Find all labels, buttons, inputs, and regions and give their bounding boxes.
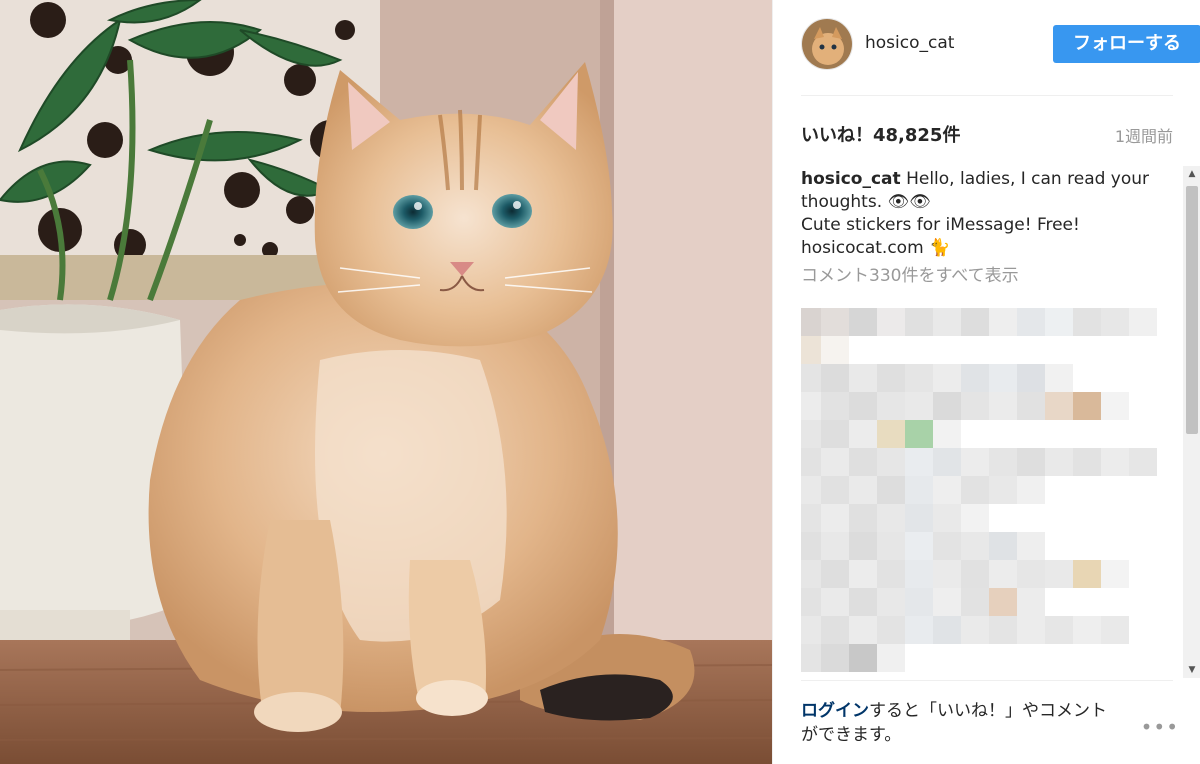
- comments-section: hosico_cat Hello, ladies, I can read you…: [801, 168, 1179, 680]
- avatar-image: [802, 19, 852, 69]
- post-timestamp[interactable]: 1週間前: [1115, 123, 1173, 147]
- pixelated-comments: [801, 308, 1157, 672]
- author-username[interactable]: hosico_cat: [865, 33, 954, 53]
- post-footer: ログインすると「いいね！」やコメントができます。 •••: [801, 680, 1178, 764]
- caption-username[interactable]: hosico_cat: [801, 169, 901, 189]
- scroll-up-arrow-icon[interactable]: ▲: [1183, 166, 1200, 182]
- comments-scrollbar[interactable]: ▲ ▼: [1183, 166, 1200, 678]
- caption-line-3: Cute stickers for iMessage! Free!: [801, 215, 1080, 235]
- scrollbar-thumb[interactable]: [1186, 186, 1198, 434]
- follow-button[interactable]: フォローする: [1053, 25, 1200, 63]
- likes-count[interactable]: いいね！48,825件: [801, 121, 960, 147]
- post-caption: hosico_cat Hello, ladies, I can read you…: [801, 168, 1179, 260]
- post-sidebar: hosico_cat フォローする いいね！48,825件 1週間前 hosic…: [772, 0, 1200, 764]
- scroll-down-arrow-icon[interactable]: ▼: [1183, 662, 1200, 678]
- cat-photo-illustration: [0, 0, 772, 764]
- post-photo[interactable]: [0, 0, 772, 764]
- caption-line-1: Hello, ladies, I can read your: [906, 169, 1150, 189]
- view-all-comments-link[interactable]: コメント330件をすべて表示: [801, 264, 1179, 288]
- more-options-icon[interactable]: •••: [1141, 715, 1179, 739]
- login-link[interactable]: ログイン: [801, 701, 869, 721]
- post-header: hosico_cat フォローする: [801, 18, 1200, 96]
- post-stats: いいね！48,825件 1週間前: [801, 118, 1173, 148]
- caption-line-4[interactable]: hosicocat.com 🐈: [801, 237, 1179, 260]
- caption-line-2: thoughts. 👁👁: [801, 192, 931, 212]
- login-prompt: ログインすると「いいね！」やコメントができます。: [801, 699, 1121, 747]
- avatar[interactable]: [801, 18, 853, 70]
